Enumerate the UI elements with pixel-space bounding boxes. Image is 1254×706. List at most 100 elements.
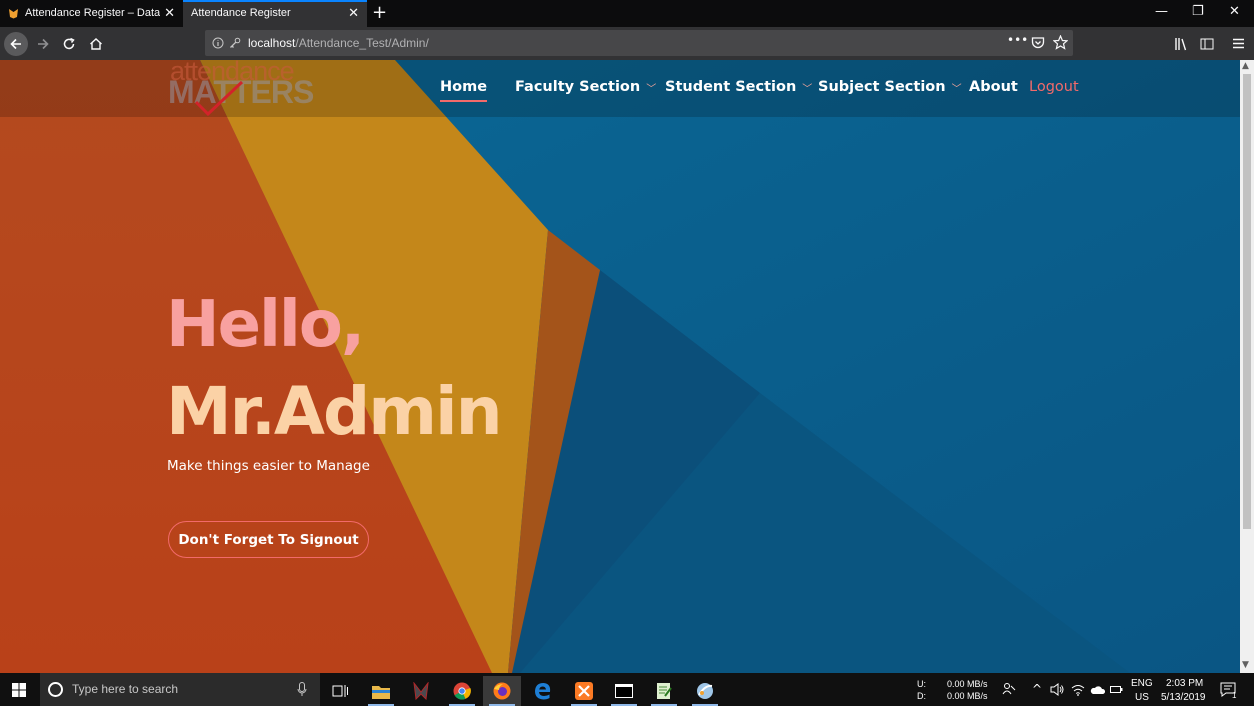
file-explorer-icon xyxy=(372,685,390,699)
windows-taskbar: Type here to search U: D: 0.00 MB/s 0.00… xyxy=(0,673,1254,706)
logo-checkmark-icon xyxy=(194,80,244,116)
input-region[interactable]: US xyxy=(1135,692,1149,703)
hero-greeting: Hello, xyxy=(166,288,365,362)
net-download-label: D: xyxy=(917,691,926,701)
url-text[interactable]: localhost/Attendance_Test/Admin/ xyxy=(248,36,429,50)
microphone-icon[interactable] xyxy=(297,682,307,697)
clock-date[interactable]: 5/13/2019 xyxy=(1161,692,1206,703)
nav-student-section[interactable]: Student Section ﹀ xyxy=(665,79,812,95)
task-view-button[interactable] xyxy=(321,676,359,706)
chevron-up-icon[interactable]: ^ xyxy=(1032,682,1042,696)
nav-faculty-label: Faculty Section xyxy=(515,79,641,95)
predator-icon xyxy=(413,682,429,700)
tab-title: Attendance Register – Databa xyxy=(25,7,160,19)
forward-button[interactable] xyxy=(32,27,54,60)
close-window-icon[interactable]: ✕ xyxy=(1229,4,1240,19)
chevron-down-icon: ﹀ xyxy=(951,83,962,95)
back-arrow-icon xyxy=(4,31,28,56)
new-tab-button[interactable]: + xyxy=(372,2,387,23)
net-upload-value: 0.00 MB/s xyxy=(947,679,988,689)
nav-faculty-section[interactable]: Faculty Section ﹀ xyxy=(515,79,656,95)
reload-button[interactable] xyxy=(58,27,80,60)
sidebar-icon[interactable] xyxy=(1200,37,1214,51)
net-upload-label: U: xyxy=(917,679,926,689)
edge-icon xyxy=(535,683,551,700)
hero-user-name: Mr.Admin xyxy=(166,373,503,450)
cortana-icon xyxy=(48,682,63,697)
back-button[interactable] xyxy=(4,27,28,60)
predator-app[interactable] xyxy=(402,676,440,706)
site-navbar: attendance MATTERS Home Faculty Section ﹀… xyxy=(0,60,1240,117)
forward-arrow-icon xyxy=(38,38,49,49)
nav-logout[interactable]: Logout xyxy=(1029,79,1079,95)
signout-reminder-button[interactable]: Don't Forget To Signout xyxy=(168,521,369,558)
nav-logout-label: Logout xyxy=(1029,79,1079,95)
windows-start-icon[interactable] xyxy=(12,683,26,697)
xampp-app[interactable] xyxy=(565,676,603,706)
nav-about-label: About xyxy=(969,79,1018,95)
tab-database[interactable]: Attendance Register – Databa ✕ xyxy=(0,0,183,27)
volume-icon[interactable] xyxy=(1050,683,1064,696)
firefox-icon xyxy=(493,682,511,700)
close-tab-icon[interactable]: ✕ xyxy=(164,5,175,21)
chevron-down-icon: ﹀ xyxy=(802,83,813,95)
net-download-value: 0.00 MB/s xyxy=(947,691,988,701)
hero-background xyxy=(0,60,1240,673)
notepad-app[interactable] xyxy=(645,676,683,706)
page-actions-icon[interactable]: ••• xyxy=(1007,33,1028,47)
page-scrollbar[interactable]: ▲ ▼ xyxy=(1240,60,1254,673)
notepad-icon xyxy=(657,683,672,699)
people-icon[interactable] xyxy=(1002,682,1016,696)
minimize-icon[interactable]: — xyxy=(1155,4,1168,19)
chevron-down-icon: ﹀ xyxy=(646,83,657,95)
onedrive-icon[interactable] xyxy=(1090,684,1105,695)
key-icon[interactable] xyxy=(229,37,241,49)
close-tab-icon[interactable]: ✕ xyxy=(348,5,359,21)
chrome-icon xyxy=(453,682,471,700)
tab-attendance-register[interactable]: Attendance Register ✕ xyxy=(183,0,367,27)
info-icon[interactable] xyxy=(212,37,224,49)
task-view-icon xyxy=(332,685,348,697)
terminal-app[interactable] xyxy=(605,676,643,706)
nav-student-label: Student Section xyxy=(665,79,797,95)
pocket-icon[interactable] xyxy=(1031,36,1045,50)
notification-count: 1 xyxy=(1232,691,1237,700)
browser-tab-bar: Attendance Register – Databa ✕ Attendanc… xyxy=(0,0,1254,27)
restore-icon[interactable]: ❐ xyxy=(1192,4,1204,19)
xampp-icon xyxy=(575,682,593,700)
firefox-app[interactable] xyxy=(483,676,521,706)
wifi-icon[interactable] xyxy=(1071,683,1085,696)
scroll-down-arrow-icon[interactable]: ▼ xyxy=(1242,660,1249,670)
browser-toolbar: localhost/Attendance_Test/Admin/ ••• xyxy=(0,27,1254,60)
site-logo[interactable]: attendance MATTERS xyxy=(168,60,314,116)
file-explorer-app[interactable] xyxy=(362,676,400,706)
nav-home[interactable]: Home xyxy=(440,79,488,102)
scrollbar-thumb[interactable] xyxy=(1243,74,1251,529)
edge-app[interactable] xyxy=(524,676,562,706)
database-tool-icon xyxy=(697,683,713,699)
search-placeholder: Type here to search xyxy=(72,682,179,696)
address-bar[interactable]: localhost/Attendance_Test/Admin/ ••• xyxy=(205,30,1073,56)
hamburger-menu-icon[interactable] xyxy=(1232,37,1245,50)
firefox-pocket-favicon-icon xyxy=(9,9,18,19)
chrome-app[interactable] xyxy=(443,676,481,706)
taskbar-search-box[interactable]: Type here to search xyxy=(40,673,320,706)
reload-icon xyxy=(63,37,75,49)
library-icon[interactable] xyxy=(1174,37,1188,51)
input-language[interactable]: ENG xyxy=(1131,678,1153,689)
nav-home-label: Home xyxy=(440,79,488,95)
bookmark-star-icon[interactable] xyxy=(1053,35,1068,50)
url-host: localhost xyxy=(248,36,296,50)
tab-title: Attendance Register xyxy=(191,7,291,19)
database-tool-app[interactable] xyxy=(686,676,724,706)
battery-icon[interactable] xyxy=(1110,684,1123,695)
nav-subject-section[interactable]: Subject Section ﹀ xyxy=(818,79,962,95)
scroll-up-arrow-icon[interactable]: ▲ xyxy=(1242,61,1249,71)
home-button[interactable] xyxy=(85,27,107,60)
terminal-icon xyxy=(615,684,633,698)
url-path: /Attendance_Test/Admin/ xyxy=(295,36,429,50)
web-page: attendance MATTERS Home Faculty Section ﹀… xyxy=(0,60,1240,673)
home-icon xyxy=(90,37,102,50)
nav-about[interactable]: About xyxy=(969,79,1018,95)
clock-time[interactable]: 2:03 PM xyxy=(1166,678,1203,689)
